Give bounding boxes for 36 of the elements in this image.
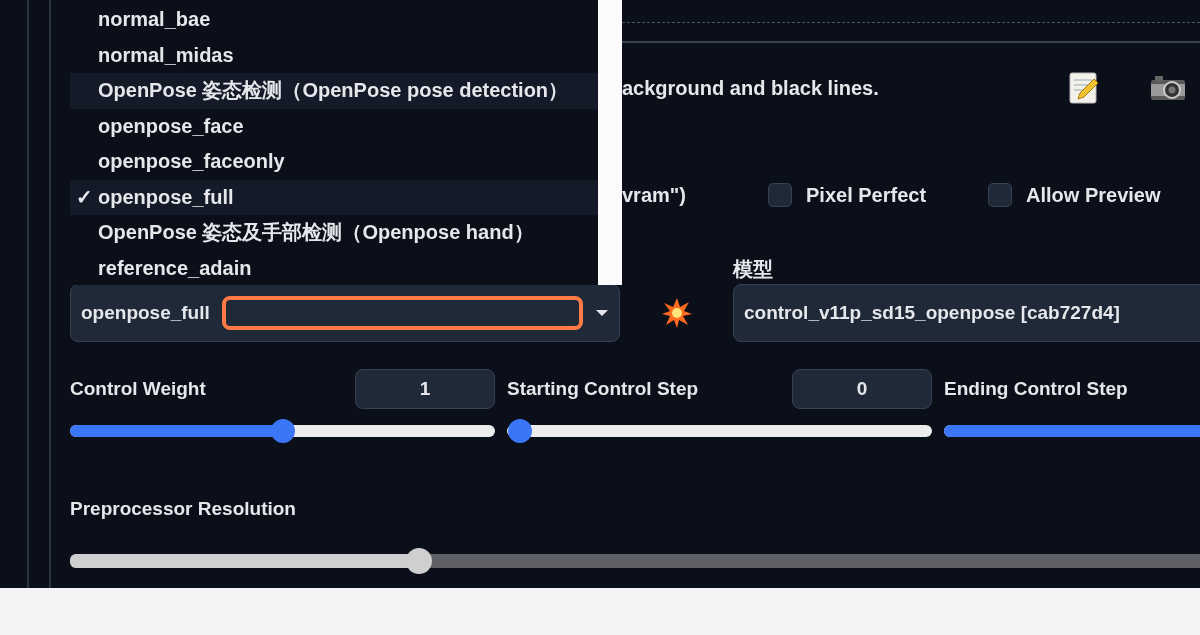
menu-item[interactable]: openpose_faceonly (70, 144, 598, 180)
burst-icon[interactable] (660, 297, 693, 329)
preprocessor-select[interactable]: openpose_full (70, 284, 620, 342)
menu-item[interactable]: openpose_face (70, 108, 598, 144)
slider-label: Ending Control Step (944, 378, 1128, 400)
slider[interactable] (70, 418, 495, 444)
menu-item[interactable]: OpenPose 姿态检测（OpenPose pose detection） (70, 73, 598, 109)
checkbox[interactable] (988, 183, 1012, 207)
model-select[interactable]: control_v11p_sd15_openpose [cab727d4] (733, 284, 1200, 342)
checkbox-label: Pixel Perfect (806, 183, 927, 207)
menu-item[interactable]: ✓ openpose_full (70, 179, 598, 215)
slider-thumb[interactable] (508, 419, 532, 443)
number-field[interactable]: 0 (792, 369, 932, 409)
slider[interactable] (507, 418, 932, 444)
model-label: 模型 (733, 257, 774, 282)
scrollbar[interactable] (598, 0, 622, 285)
menu-item[interactable]: OpenPose 姿态及手部检测（Openpose hand） (70, 215, 598, 251)
slider-label: Preprocessor Resolution (70, 498, 296, 520)
slider-thumb[interactable] (270, 419, 295, 443)
menu-item[interactable]: normal_midas (70, 37, 598, 73)
check-mark: ✓ (74, 185, 94, 210)
menu-item[interactable]: normal_bae (70, 2, 598, 38)
low-vram-label: vram") (622, 183, 687, 207)
slider-label: Control Weight (70, 378, 206, 400)
checkbox[interactable] (768, 183, 792, 207)
description-text: ackground and black lines. (622, 76, 880, 100)
notepad-pencil-icon[interactable] (1068, 71, 1100, 105)
caret-icon (595, 309, 609, 317)
slider-label: Starting Control Step (507, 378, 699, 400)
number-field[interactable]: 1 (355, 369, 495, 409)
search-field[interactable] (221, 296, 583, 330)
slider[interactable] (70, 548, 1200, 574)
camera-icon[interactable] (1150, 75, 1186, 101)
slider-thumb[interactable] (406, 548, 433, 574)
checkbox-label: Allow Preview (1026, 183, 1161, 207)
menu-item[interactable]: reference_adain (70, 250, 598, 285)
